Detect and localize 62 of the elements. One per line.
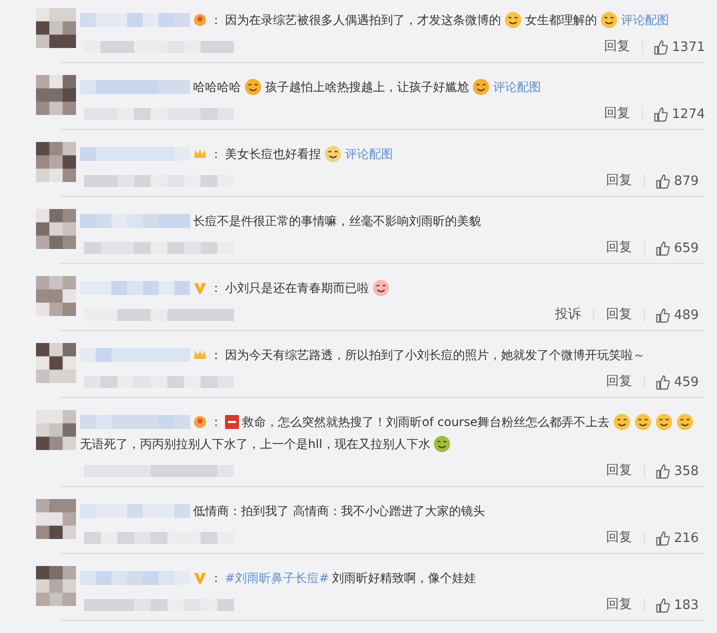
action-link[interactable]: 回复 xyxy=(594,174,645,188)
comment-text: 小刘只是还在青春期而已啦 xyxy=(225,280,369,297)
action-link[interactable]: 回复 xyxy=(592,40,643,54)
verified-icon xyxy=(193,571,207,585)
like-button[interactable]: 459 xyxy=(645,374,705,390)
verified-icon xyxy=(193,281,207,295)
blurred-username[interactable] xyxy=(80,281,190,295)
action-link[interactable]: 回复 xyxy=(594,464,645,478)
action-link[interactable]: 回复 xyxy=(594,531,645,545)
blurred-username[interactable] xyxy=(80,80,190,94)
action-link[interactable]: 回复 xyxy=(594,598,645,612)
action-link[interactable]: 投诉 xyxy=(543,308,594,322)
comment-text: 刘雨昕好精致啊，像个娃娃 xyxy=(332,570,476,587)
thumbs-up-icon xyxy=(652,106,668,122)
comment-text: 长痘不是件很正常的事情嘛，丝毫不影响刘雨昕的美貌 xyxy=(193,213,481,230)
blurred-username[interactable] xyxy=(80,214,190,228)
comment-text: 因为今天有综艺路透，所以拍到了小刘长痘的照片，她就发了个微博开玩笑啦～ xyxy=(225,347,645,364)
colon: ： xyxy=(210,146,222,163)
colon: ： xyxy=(210,570,222,587)
colon: ： xyxy=(210,414,222,431)
blurred-username[interactable] xyxy=(80,13,190,27)
blurred-username[interactable] xyxy=(80,571,190,585)
like-button[interactable]: 659 xyxy=(645,240,705,256)
action-link[interactable]: 回复 xyxy=(594,375,645,389)
thumbs-up-icon xyxy=(655,530,670,546)
like-button[interactable]: 216 xyxy=(645,530,705,546)
comment-text: 因为在录综艺被很多人偶遇拍到了，才发这条微博的 xyxy=(225,12,501,29)
colon: ： xyxy=(210,280,222,297)
blurred-username[interactable] xyxy=(80,415,190,429)
action-link[interactable]: 回复 xyxy=(594,308,645,322)
comment-text: 孩子越怕上啥热搜越上，让孩子好尴尬 xyxy=(265,79,469,96)
comment-text: 低情商：拍到我了 高情商：我不小心蹭进了大家的镜头 xyxy=(193,503,485,520)
comment-text: 女生都理解的 xyxy=(525,12,597,29)
like-button[interactable]: 489 xyxy=(645,308,705,322)
thumbs-up-icon xyxy=(655,374,670,390)
like-button[interactable]: 1274 xyxy=(642,106,705,122)
badge-icon xyxy=(193,13,207,27)
comment-text: 救命，怎么突然就热搜了！刘雨昕of course舞台粉丝怎么都弄不上去 xyxy=(242,414,610,431)
like-button[interactable]: 879 xyxy=(645,174,705,188)
blurred-username[interactable] xyxy=(80,147,190,161)
crown-icon xyxy=(193,348,207,362)
crown-icon xyxy=(193,147,207,161)
blurred-username[interactable] xyxy=(80,348,190,362)
thumbs-up-icon xyxy=(655,308,670,322)
colon: ： xyxy=(210,347,222,364)
comment-text: 美女长痘也好看捏 xyxy=(225,146,321,163)
like-button[interactable]: 1371 xyxy=(642,40,705,54)
thumbs-up-icon xyxy=(655,174,670,188)
action-link[interactable]: 回复 xyxy=(592,107,643,121)
comment-text: 哈哈哈哈 xyxy=(193,79,241,96)
thumbs-up-icon xyxy=(652,40,668,54)
thumbs-up-icon xyxy=(655,464,670,478)
thumbs-up-icon xyxy=(655,240,670,256)
action-link[interactable]: 回复 xyxy=(594,241,645,255)
thumbs-up-icon xyxy=(655,598,670,612)
blurred-username[interactable] xyxy=(80,504,190,518)
badge-icon xyxy=(193,415,207,429)
comment-text: 无语死了，丙丙别拉别人下水了，上一个是hll，现在又拉别人下水 xyxy=(80,436,430,453)
colon: ： xyxy=(210,12,222,29)
sos-icon xyxy=(225,415,239,429)
like-button[interactable]: 358 xyxy=(645,464,705,478)
like-button[interactable]: 183 xyxy=(645,598,705,612)
